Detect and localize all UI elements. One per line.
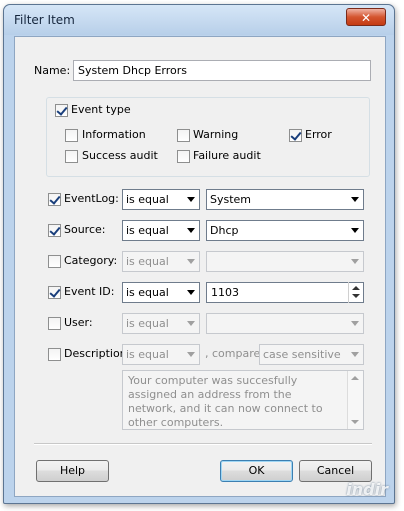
event-id-checkbox[interactable] (48, 286, 61, 299)
event-id-label: Event ID: (64, 285, 115, 298)
error-checkbox[interactable] (289, 129, 302, 142)
information-label: Information (82, 128, 146, 141)
event-type-label: Event type (71, 103, 131, 116)
error-label: Error (305, 128, 332, 141)
chevron-down-icon (351, 259, 359, 264)
user-operator-select: is equal (122, 313, 200, 334)
event-id-spinner[interactable] (348, 282, 363, 303)
source-operator-select[interactable]: is equal (122, 220, 200, 241)
description-label: Description: (64, 347, 131, 360)
compare-value: case sensitive (263, 348, 341, 361)
source-value: Dhcp (210, 224, 239, 237)
chevron-down-icon (351, 197, 359, 202)
chevron-down-icon (351, 352, 359, 357)
chevron-down-icon (351, 228, 359, 233)
chevron-down-icon (187, 352, 195, 357)
eventlog-checkbox[interactable] (48, 193, 61, 206)
dialog-body: Name: System Dhcp Errors Event type Info… (14, 36, 386, 497)
description-operator-select: is equal (122, 344, 200, 365)
category-label: Category: (64, 254, 118, 267)
window-title: Filter Item (14, 13, 75, 27)
ok-button[interactable]: OK (220, 460, 293, 482)
source-value-select[interactable]: Dhcp (206, 220, 364, 241)
category-operator-value: is equal (126, 255, 169, 268)
description-scrollbar (347, 371, 363, 429)
chevron-down-icon (187, 228, 195, 233)
user-operator-value: is equal (126, 317, 169, 330)
eventlog-label: EventLog: (64, 192, 119, 205)
compare-select: case sensitive (259, 344, 364, 365)
title-bar[interactable]: Filter Item ✕ (4, 5, 394, 35)
source-operator-value: is equal (126, 224, 169, 237)
event-type-checkbox[interactable] (55, 104, 68, 117)
scroll-down-icon (351, 420, 359, 424)
failure-audit-checkbox[interactable] (177, 150, 190, 163)
description-textarea: Your computer was succesfully assigned a… (122, 370, 364, 430)
warning-label: Warning (193, 128, 239, 141)
eventlog-value: System (210, 193, 252, 206)
filter-item-dialog: Filter Item ✕ Name: System Dhcp Errors E… (3, 4, 395, 504)
event-id-operator-value: is equal (126, 286, 169, 299)
eventlog-operator-value: is equal (126, 193, 169, 206)
chevron-down-icon (187, 259, 195, 264)
event-id-input[interactable]: 1103 (206, 282, 364, 303)
spin-down-icon[interactable] (352, 294, 360, 298)
chevron-down-icon (187, 321, 195, 326)
chevron-down-icon (187, 197, 195, 202)
name-value: System Dhcp Errors (78, 64, 188, 77)
cancel-button[interactable]: Cancel (299, 460, 372, 482)
description-checkbox[interactable] (48, 348, 61, 361)
information-checkbox[interactable] (65, 129, 78, 142)
help-button[interactable]: Help (36, 460, 109, 482)
close-button[interactable]: ✕ (346, 8, 386, 26)
eventlog-operator-select[interactable]: is equal (122, 189, 200, 210)
category-operator-select: is equal (122, 251, 200, 272)
failure-audit-label: Failure audit (193, 149, 261, 162)
success-audit-label: Success audit (82, 149, 158, 162)
user-label: User: (64, 316, 93, 329)
success-audit-checkbox[interactable] (65, 150, 78, 163)
close-icon: ✕ (360, 11, 372, 25)
name-input[interactable]: System Dhcp Errors (73, 60, 371, 81)
warning-checkbox[interactable] (177, 129, 190, 142)
description-operator-value: is equal (126, 348, 169, 361)
event-id-value: 1103 (211, 286, 239, 299)
description-text: Your computer was succesfully assigned a… (128, 374, 323, 429)
spin-up-icon[interactable] (352, 286, 360, 290)
compare-label: , compare: (205, 347, 264, 360)
user-value-select (206, 313, 364, 334)
bottom-separator (34, 443, 372, 445)
user-checkbox[interactable] (48, 317, 61, 330)
category-value-select (206, 251, 364, 272)
chevron-down-icon (351, 321, 359, 326)
source-label: Source: (64, 223, 106, 236)
event-id-operator-select[interactable]: is equal (122, 282, 200, 303)
eventlog-value-select[interactable]: System (206, 189, 364, 210)
scroll-up-icon (351, 376, 359, 380)
category-checkbox[interactable] (48, 255, 61, 268)
watermark-logo: indir (346, 480, 388, 499)
name-label: Name: (34, 64, 71, 77)
source-checkbox[interactable] (48, 224, 61, 237)
chevron-down-icon (187, 290, 195, 295)
